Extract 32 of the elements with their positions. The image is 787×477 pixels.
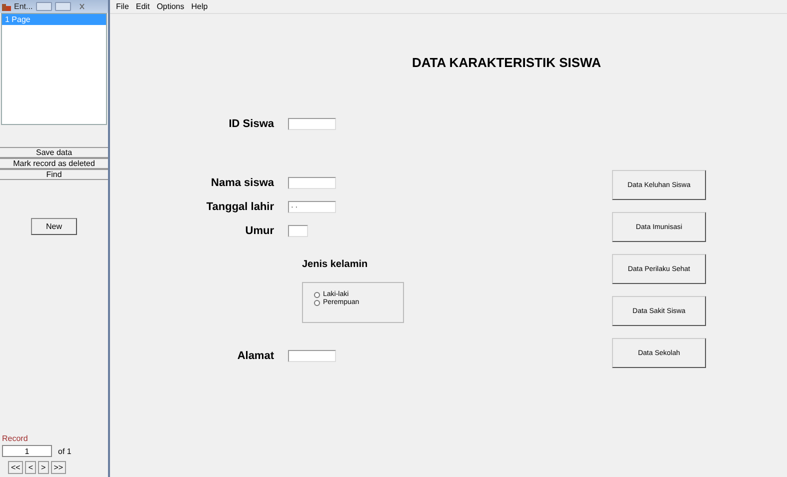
- action-button[interactable]: Mark record as deleted: [0, 158, 108, 169]
- menu-item[interactable]: Options: [156, 2, 184, 11]
- action-button[interactable]: Save data: [0, 147, 108, 158]
- new-button[interactable]: New: [31, 218, 77, 235]
- nav-button[interactable]: <: [25, 461, 36, 474]
- app-icon: [2, 2, 11, 10]
- action-button[interactable]: Find: [0, 169, 108, 180]
- field-label: Umur: [244, 225, 275, 237]
- radio-button[interactable]: [314, 292, 320, 298]
- record-field[interactable]: 1: [2, 445, 52, 457]
- minimize-button[interactable]: [36, 2, 52, 11]
- record-count: of 1: [58, 446, 72, 456]
- input-field[interactable]: [288, 225, 308, 237]
- input-field[interactable]: [288, 350, 336, 362]
- maximize-button[interactable]: [54, 2, 71, 11]
- form-title: DATA KARAKTERISTIK SISWA: [412, 55, 602, 70]
- menu-item[interactable]: Edit: [136, 2, 150, 11]
- field-label: Nama siswa: [210, 177, 275, 189]
- input-field[interactable]: [288, 177, 336, 189]
- nav-button[interactable]: >: [38, 461, 49, 474]
- radio-button[interactable]: [314, 300, 320, 306]
- nav-button[interactable]: >>: [50, 461, 66, 474]
- field-label: Tanggal lahir: [205, 201, 275, 213]
- nav-button[interactable]: <<: [8, 461, 24, 474]
- gender-label: Jenis kelamin: [302, 259, 369, 270]
- field-label: ID Siswa: [228, 118, 275, 130]
- menu-item[interactable]: File: [116, 2, 129, 11]
- window-title: Ent...: [14, 2, 33, 11]
- field-label: Alamat: [236, 350, 275, 362]
- menu-item[interactable]: Help: [191, 2, 208, 11]
- input-field[interactable]: [288, 118, 336, 130]
- record-label: Record: [2, 434, 29, 443]
